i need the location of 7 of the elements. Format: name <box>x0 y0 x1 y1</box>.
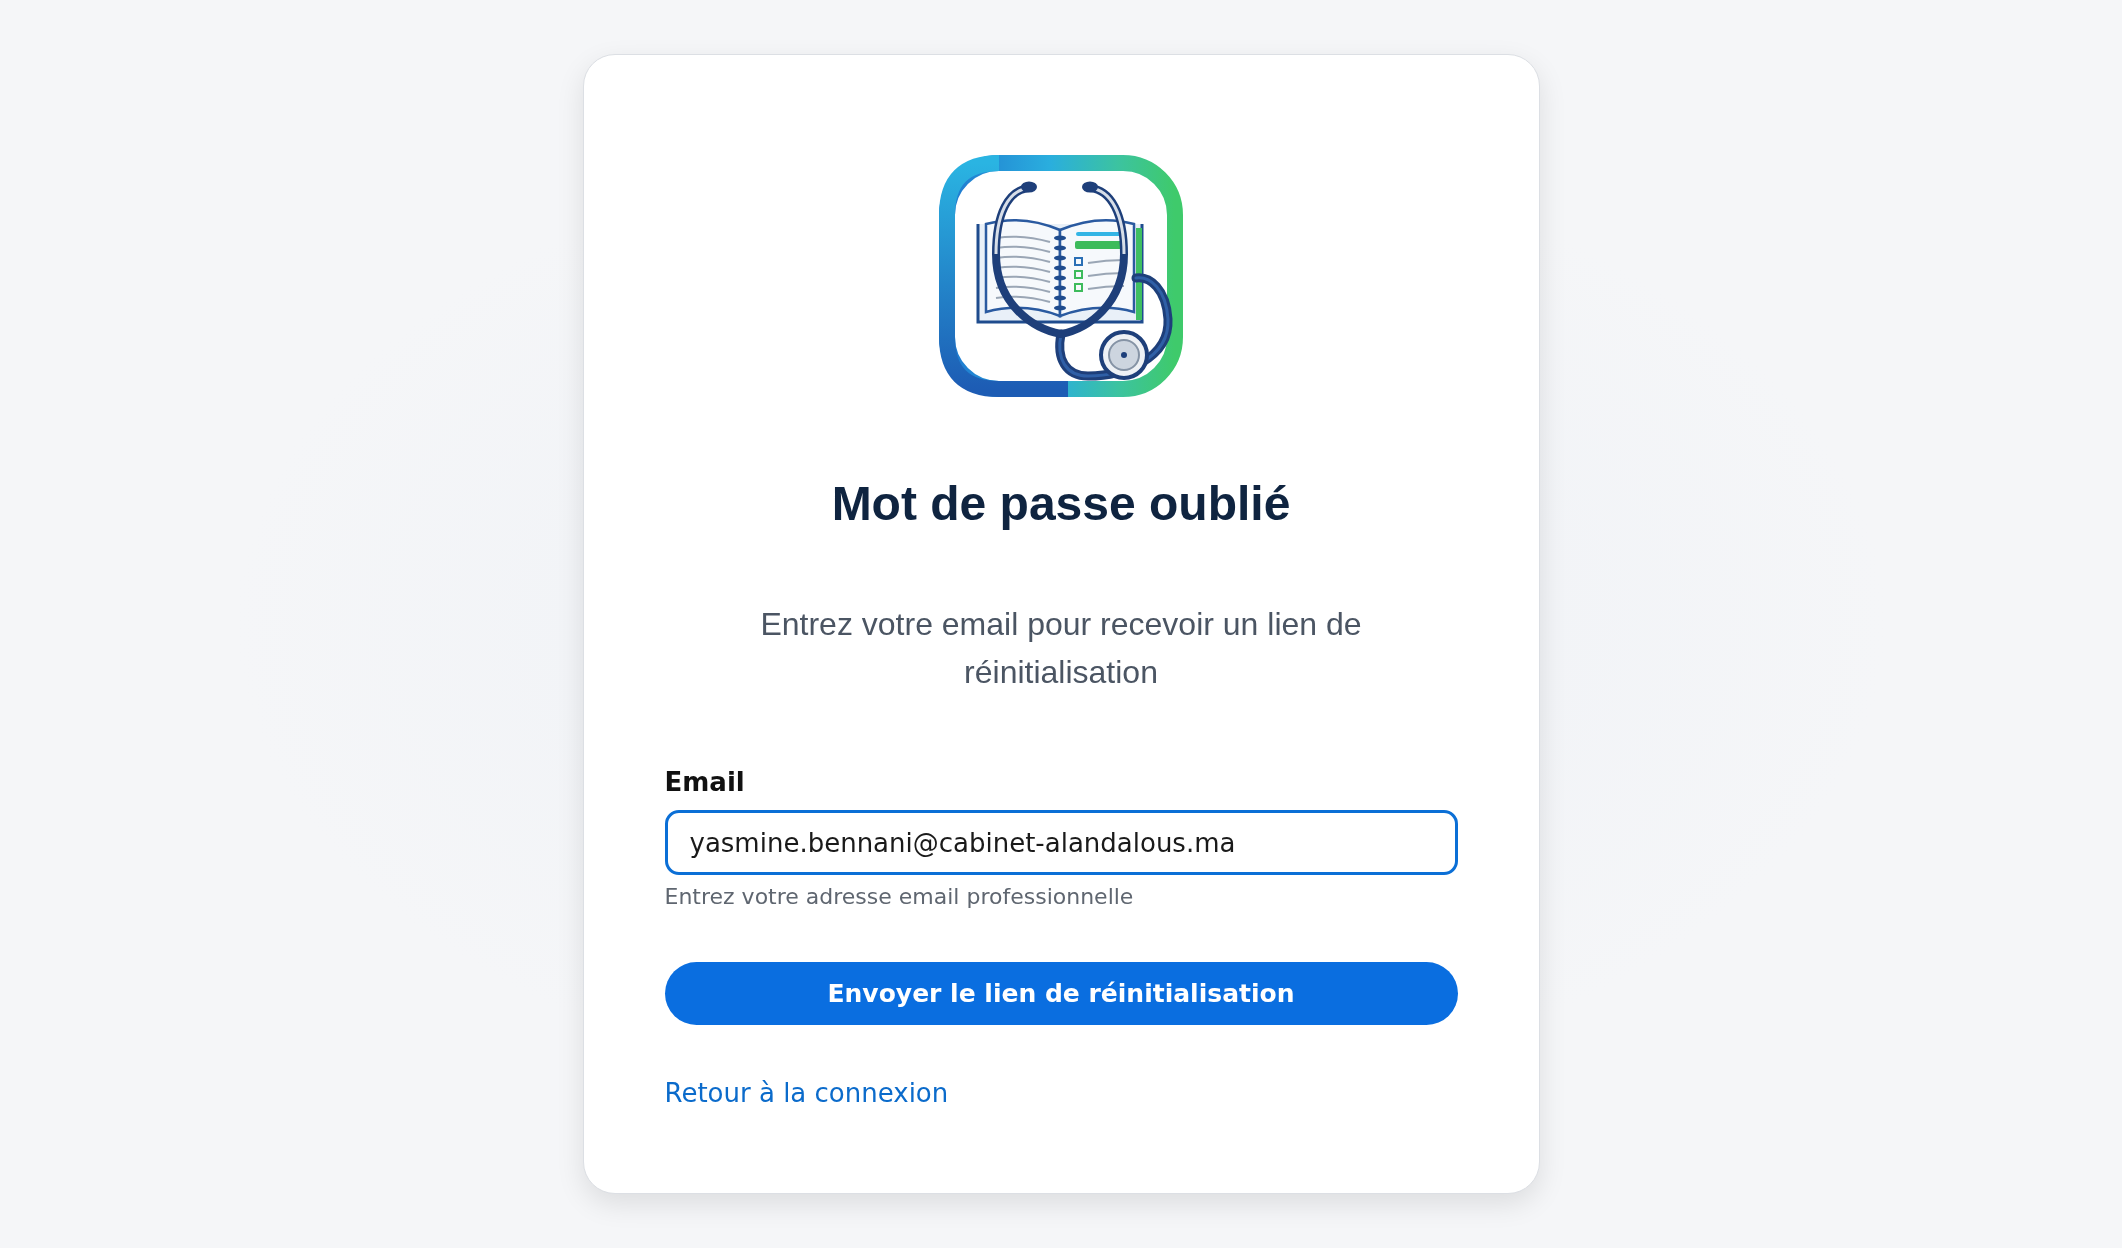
back-to-login-link[interactable]: Retour à la connexion <box>664 1075 949 1111</box>
instructions-text: Entrez votre email pour recevoir un lien de réinitialisation <box>759 605 1363 692</box>
email-input[interactable]: yasmine.bennani@cabinet-alandalous.ma <box>664 810 1458 876</box>
email-label: Email <box>664 766 745 799</box>
send-reset-link-button[interactable]: Envoyer le lien de réinitialisation <box>664 962 1458 1025</box>
helper-text: Entrez votre adresse email professionnelle <box>664 883 1134 912</box>
page-title: Mot de passe oublié <box>830 476 1292 532</box>
